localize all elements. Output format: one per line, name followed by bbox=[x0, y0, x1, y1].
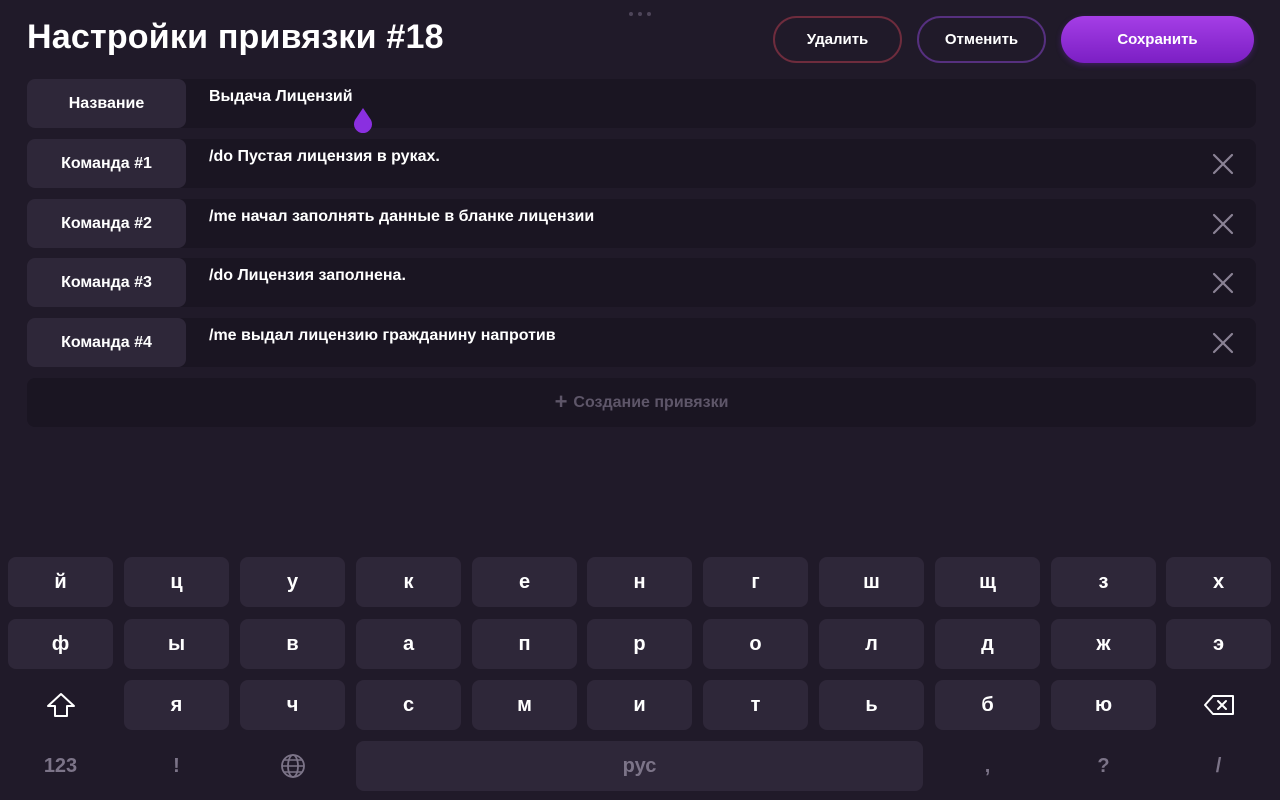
shift-key[interactable] bbox=[8, 680, 113, 730]
key[interactable]: р bbox=[587, 619, 692, 669]
command-input[interactable]: /me начал заполнять данные в бланке лице… bbox=[209, 208, 594, 226]
command-label: Команда #1 bbox=[27, 139, 186, 188]
key[interactable]: и bbox=[587, 680, 692, 730]
key[interactable]: л bbox=[819, 619, 924, 669]
add-binding-button[interactable]: + Создание привязки bbox=[27, 378, 1256, 427]
key[interactable]: я bbox=[124, 680, 229, 730]
page-title: Настройки привязки #18 bbox=[27, 18, 444, 56]
save-button[interactable]: Сохранить bbox=[1061, 16, 1254, 63]
command-row-1: Команда #1 /do Пустая лицензия в руках. bbox=[27, 139, 1256, 188]
command-row-2: Команда #2 /me начал заполнять данные в … bbox=[27, 199, 1256, 248]
cancel-button[interactable]: Отменить bbox=[917, 16, 1046, 63]
key[interactable]: о bbox=[703, 619, 808, 669]
drag-handle-dot bbox=[647, 12, 651, 16]
key[interactable]: а bbox=[356, 619, 461, 669]
key[interactable]: ф bbox=[8, 619, 113, 669]
command-input[interactable]: /me выдал лицензию гражданину напротив bbox=[209, 327, 556, 345]
key[interactable]: т bbox=[703, 680, 808, 730]
key[interactable]: ! bbox=[124, 741, 229, 791]
language-key[interactable] bbox=[240, 741, 345, 791]
key[interactable]: н bbox=[587, 557, 692, 607]
key[interactable]: й bbox=[8, 557, 113, 607]
command-label: Команда #3 bbox=[27, 258, 186, 307]
key[interactable]: ж bbox=[1051, 619, 1156, 669]
close-icon[interactable] bbox=[1212, 213, 1234, 235]
key[interactable]: ш bbox=[819, 557, 924, 607]
key[interactable]: ы bbox=[124, 619, 229, 669]
text-cursor-handle-icon[interactable] bbox=[352, 107, 374, 133]
key[interactable]: з bbox=[1051, 557, 1156, 607]
key[interactable]: щ bbox=[935, 557, 1040, 607]
key[interactable]: ч bbox=[240, 680, 345, 730]
globe-icon bbox=[280, 754, 305, 778]
delete-button[interactable]: Удалить bbox=[773, 16, 902, 63]
key[interactable]: ь bbox=[819, 680, 924, 730]
key[interactable]: м bbox=[472, 680, 577, 730]
backspace-key[interactable] bbox=[1166, 680, 1271, 730]
key[interactable]: ц bbox=[124, 557, 229, 607]
key[interactable]: к bbox=[356, 557, 461, 607]
close-icon[interactable] bbox=[1212, 153, 1234, 175]
key[interactable]: п bbox=[472, 619, 577, 669]
key[interactable]: ? bbox=[1051, 741, 1156, 791]
name-input[interactable]: Выдача Лицензий bbox=[209, 88, 353, 106]
add-binding-label: Создание привязки bbox=[573, 393, 729, 411]
key[interactable]: э bbox=[1166, 619, 1271, 669]
command-input[interactable]: /do Лицензия заполнена. bbox=[209, 267, 406, 285]
numbers-key[interactable]: 123 bbox=[8, 741, 113, 791]
shift-icon bbox=[46, 693, 75, 717]
command-label: Команда #4 bbox=[27, 318, 186, 367]
key[interactable]: , bbox=[935, 741, 1040, 791]
close-icon[interactable] bbox=[1212, 272, 1234, 294]
on-screen-keyboard: й ц у к е н г ш щ з х ф ы в а п р о л д … bbox=[0, 544, 1280, 800]
drag-handle[interactable] bbox=[629, 12, 651, 16]
name-label: Название bbox=[27, 79, 186, 128]
command-row-4: Команда #4 /me выдал лицензию гражданину… bbox=[27, 318, 1256, 367]
key[interactable]: д bbox=[935, 619, 1040, 669]
name-row: Название Выдача Лицензий bbox=[27, 79, 1256, 133]
close-icon[interactable] bbox=[1212, 332, 1234, 354]
key[interactable]: б bbox=[935, 680, 1040, 730]
key[interactable]: г bbox=[703, 557, 808, 607]
key[interactable]: с bbox=[356, 680, 461, 730]
space-key[interactable]: рус bbox=[356, 741, 923, 791]
command-row-3: Команда #3 /do Лицензия заполнена. bbox=[27, 258, 1256, 307]
drag-handle-dot bbox=[638, 12, 642, 16]
command-label: Команда #2 bbox=[27, 199, 186, 248]
drag-handle-dot bbox=[629, 12, 633, 16]
key[interactable]: е bbox=[472, 557, 577, 607]
key[interactable]: в bbox=[240, 619, 345, 669]
key[interactable]: х bbox=[1166, 557, 1271, 607]
backspace-icon bbox=[1203, 695, 1234, 715]
command-input[interactable]: /do Пустая лицензия в руках. bbox=[209, 148, 440, 166]
key[interactable]: / bbox=[1166, 741, 1271, 791]
key[interactable]: ю bbox=[1051, 680, 1156, 730]
plus-icon: + bbox=[554, 388, 568, 414]
key[interactable]: у bbox=[240, 557, 345, 607]
